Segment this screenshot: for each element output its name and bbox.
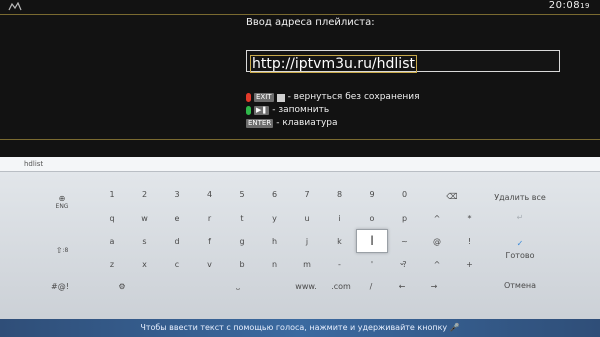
key-row2-4[interactable]: g bbox=[228, 232, 256, 250]
key-row3-8[interactable]: ' bbox=[358, 255, 386, 273]
key-row1-3[interactable]: r bbox=[196, 209, 224, 227]
cursor-right-key[interactable]: → bbox=[420, 277, 448, 295]
key-row2-6[interactable]: j bbox=[293, 232, 321, 250]
globe-icon: ⊕ bbox=[58, 194, 66, 203]
key-numbers-5[interactable]: 6 bbox=[261, 185, 289, 203]
play-pause-key-icon: ▶❚ bbox=[254, 106, 270, 115]
microphone-icon: 🎤 bbox=[449, 323, 460, 332]
key-row1-1[interactable]: w bbox=[131, 209, 159, 227]
legend-save-row: ▶❚ - запомнить bbox=[246, 104, 420, 117]
clock-seconds: 19 bbox=[580, 2, 590, 10]
key-numbers-3[interactable]: 4 bbox=[196, 185, 224, 203]
language-label: ENG bbox=[55, 203, 69, 210]
key-numbers-9[interactable]: 0 bbox=[391, 185, 419, 203]
key-row2-2[interactable]: d bbox=[163, 232, 191, 250]
key-row3-5[interactable]: n bbox=[261, 255, 289, 273]
clock: 20:0819 bbox=[549, 0, 590, 11]
key-numbers-7[interactable]: 8 bbox=[326, 185, 354, 203]
key-row1-7[interactable]: i bbox=[326, 209, 354, 227]
www-key[interactable]: www. bbox=[290, 277, 322, 295]
done-button[interactable]: Готово bbox=[470, 251, 570, 260]
slash-key[interactable]: / bbox=[357, 277, 385, 295]
key-numbers-1[interactable]: 2 bbox=[131, 185, 159, 203]
settings-gear-icon[interactable]: ⚙ bbox=[108, 277, 136, 295]
playlist-prompt: Ввод адреса плейлиста: bbox=[246, 17, 375, 28]
playlist-url-value: http://iptvm3u.ru/hdlist bbox=[250, 55, 417, 73]
voice-hint-bar: Чтобы ввести текст с помощью голоса, наж… bbox=[0, 319, 600, 337]
shift-key[interactable]: ⇧:8 bbox=[48, 241, 76, 259]
keyboard-input-field[interactable]: hdlist bbox=[0, 157, 600, 172]
enter-legend-text: - клавиатура bbox=[276, 118, 338, 128]
enter-key-badge: ENTER bbox=[246, 119, 274, 128]
key-row1-5[interactable]: y bbox=[261, 209, 289, 227]
key-row1-6[interactable]: u bbox=[293, 209, 321, 227]
key-numbers-4[interactable]: 5 bbox=[228, 185, 256, 203]
iptv-app-screen: 20:0819 Ввод адреса плейлиста: http://ip… bbox=[0, 0, 600, 160]
bottom-divider bbox=[0, 139, 600, 140]
arrow-down-key[interactable]: ⌄ bbox=[388, 253, 416, 271]
legend-enter-row: ENTER - клавиатура bbox=[246, 117, 420, 130]
shift-arrow-icon: ⇧ bbox=[55, 245, 63, 255]
key-row2-0[interactable]: a bbox=[98, 232, 126, 250]
key-numbers-0[interactable]: 1 bbox=[98, 185, 126, 203]
key-row1-10[interactable]: ^ bbox=[423, 209, 451, 227]
com-key[interactable]: .com bbox=[325, 277, 357, 295]
shift-sub-label: :8 bbox=[62, 246, 69, 254]
cursor-left-key[interactable]: ← bbox=[388, 277, 416, 295]
key-row2-9[interactable]: ~ bbox=[391, 232, 419, 250]
key-row3-0[interactable]: z bbox=[98, 255, 126, 273]
key-row3-2[interactable]: c bbox=[163, 255, 191, 273]
key-row1-9[interactable]: p bbox=[391, 209, 419, 227]
key-row3-3[interactable]: v bbox=[196, 255, 224, 273]
space-key[interactable]: ⎵ bbox=[208, 277, 268, 295]
top-divider bbox=[0, 14, 600, 15]
onscreen-keyboard: hdlist ⊕ ENG ⇧:8 #@! ⚙ 1234567890 qwertyu… bbox=[0, 157, 600, 337]
key-row2-8[interactable]: l bbox=[356, 229, 388, 253]
key-row2-5[interactable]: h bbox=[261, 232, 289, 250]
key-row3-1[interactable]: x bbox=[131, 255, 159, 273]
remote-legend: EXIT - вернуться без сохранения ▶❚ - зап… bbox=[246, 91, 420, 130]
key-numbers-6[interactable]: 7 bbox=[293, 185, 321, 203]
key-row2-10[interactable]: @ bbox=[423, 232, 451, 250]
enter-key-icon[interactable]: ↵ bbox=[470, 213, 570, 222]
stop-key-icon bbox=[276, 93, 285, 102]
key-row3-10[interactable]: ^ bbox=[423, 255, 451, 273]
key-row1-0[interactable]: q bbox=[98, 209, 126, 227]
backspace-icon[interactable]: ⌫ bbox=[437, 187, 467, 205]
red-button-icon bbox=[246, 93, 251, 102]
playlist-url-field[interactable]: http://iptvm3u.ru/hdlist bbox=[246, 50, 560, 73]
key-row2-1[interactable]: s bbox=[131, 232, 159, 250]
key-numbers-8[interactable]: 9 bbox=[358, 185, 386, 203]
app-logo-icon bbox=[8, 2, 22, 11]
symbols-key[interactable]: #@! bbox=[46, 277, 74, 295]
key-row1-4[interactable]: t bbox=[228, 209, 256, 227]
key-row3-7[interactable]: - bbox=[326, 255, 354, 273]
exit-key-badge: EXIT bbox=[254, 93, 274, 102]
key-row2-7[interactable]: k bbox=[326, 232, 354, 250]
done-check-icon: ✓ bbox=[516, 239, 524, 248]
key-numbers-2[interactable]: 3 bbox=[163, 185, 191, 203]
save-legend-text: - запомнить bbox=[272, 105, 330, 115]
key-row3-4[interactable]: b bbox=[228, 255, 256, 273]
key-row1-2[interactable]: e bbox=[163, 209, 191, 227]
key-row3-6[interactable]: m bbox=[293, 255, 321, 273]
exit-legend-text: - вернуться без сохранения bbox=[287, 92, 420, 102]
key-row1-8[interactable]: o bbox=[358, 209, 386, 227]
cancel-button[interactable]: Отмена bbox=[470, 281, 570, 290]
delete-all-button[interactable]: Удалить все bbox=[470, 193, 570, 202]
voice-hint-text: Чтобы ввести текст с помощью голоса, наж… bbox=[140, 323, 448, 332]
language-key[interactable]: ⊕ ENG bbox=[48, 189, 76, 215]
legend-exit-row: EXIT - вернуться без сохранения bbox=[246, 91, 420, 104]
clock-time: 20:08 bbox=[548, 0, 581, 11]
key-row2-3[interactable]: f bbox=[196, 232, 224, 250]
green-button-icon bbox=[246, 106, 251, 115]
